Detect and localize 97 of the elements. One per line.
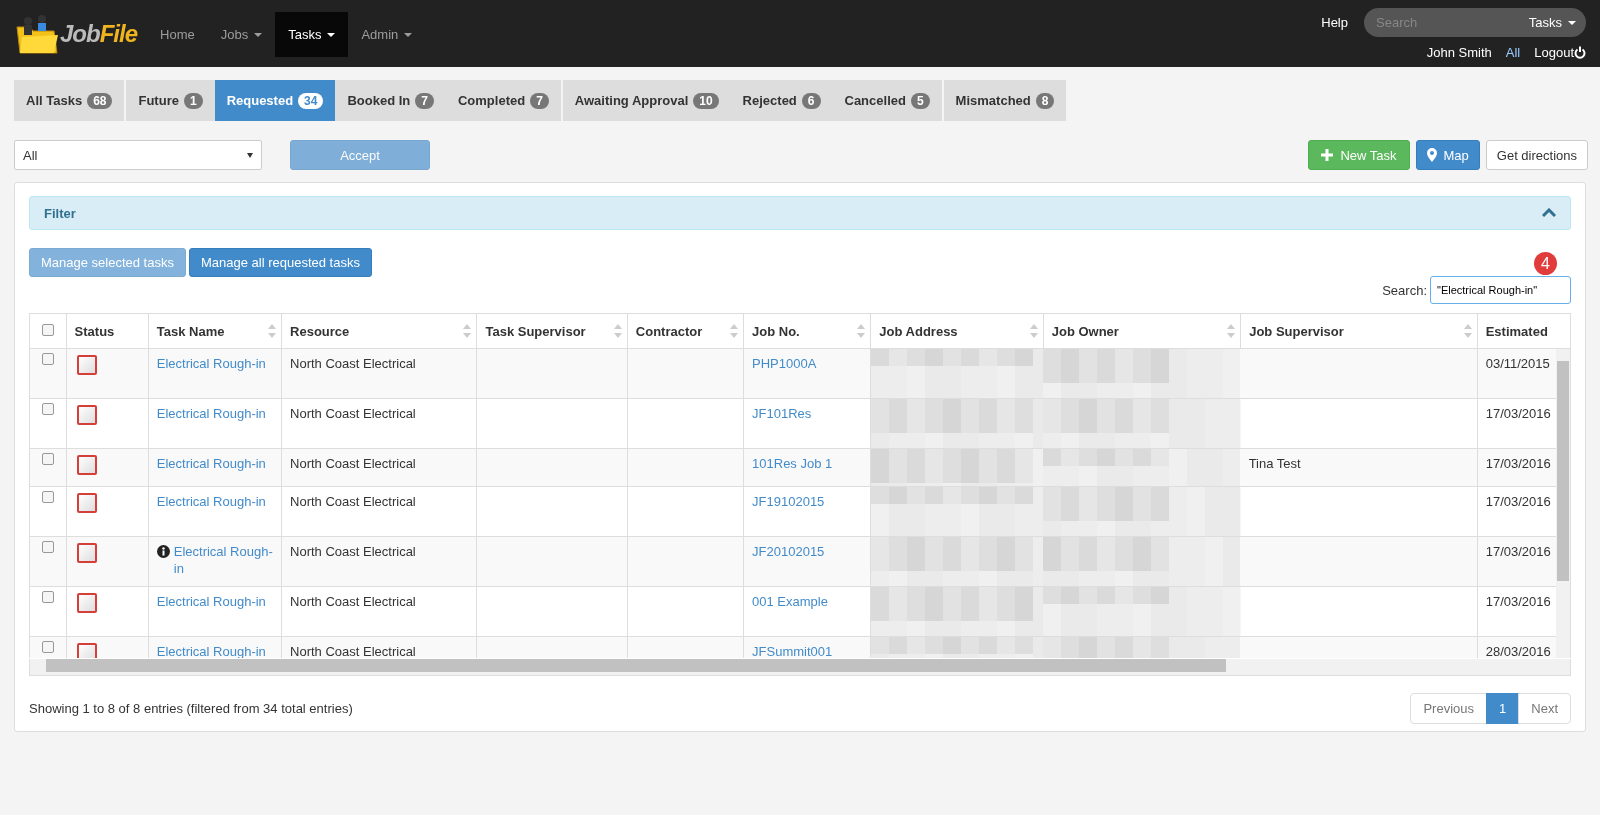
job-number-link[interactable]: JF19102015 xyxy=(752,494,825,509)
map-button[interactable]: Map xyxy=(1415,140,1480,170)
status-icon xyxy=(76,405,97,425)
resource-text: North Coast Electrical xyxy=(290,406,416,421)
row-checkbox[interactable] xyxy=(41,353,54,365)
entries-info: Showing 1 to 8 of 8 entries (filtered from 34 total entries) xyxy=(29,701,353,716)
status-tab[interactable]: All Tasks 68 xyxy=(14,80,125,121)
count-badge: 4 xyxy=(1534,252,1557,275)
status-tab[interactable]: Future 1 xyxy=(126,80,215,121)
status-tab[interactable]: Awaiting Approval 10 xyxy=(562,80,731,121)
job-number-link[interactable]: JF101Res xyxy=(752,406,812,421)
caret-icon[interactable] xyxy=(254,32,263,37)
resource-text: North Coast Electrical xyxy=(290,494,416,509)
status-tab[interactable]: Cancelled 5 xyxy=(832,80,942,121)
status-icon xyxy=(76,643,97,658)
logo-text[interactable]: JobFile xyxy=(60,19,137,48)
sort-icon[interactable] xyxy=(857,324,866,338)
status-tab[interactable]: Completed 7 xyxy=(446,80,561,121)
chevron-icon[interactable] xyxy=(1542,208,1556,218)
logout-link[interactable]: Logout xyxy=(1534,45,1574,60)
task-name-link[interactable]: Electrical Rough-in xyxy=(156,593,266,610)
sort-icon[interactable] xyxy=(613,324,622,338)
estimated-date: 28/03/2016 xyxy=(1485,644,1551,658)
job-supervisor-text: Tina Test xyxy=(1248,456,1301,471)
help-link[interactable]: Help xyxy=(1321,15,1348,30)
status-tab[interactable]: Rejected 6 xyxy=(730,80,833,121)
status-icon xyxy=(76,355,97,375)
column-header[interactable]: Job Owner xyxy=(1043,314,1241,349)
resource-text: North Coast Electrical xyxy=(290,544,416,559)
status-tab[interactable]: Requested 34 xyxy=(214,80,336,121)
get-directions-button[interactable]: Get directions xyxy=(1485,140,1588,170)
resource-text: North Coast Electrical xyxy=(290,644,416,658)
task-name-link[interactable]: Electrical Rough-in xyxy=(156,493,266,510)
sort-icon[interactable] xyxy=(268,324,277,338)
nav-menu-item[interactable]: Jobs xyxy=(207,12,276,57)
resource-text: North Coast Electrical xyxy=(290,456,416,471)
nav-menu-item[interactable]: Admin xyxy=(348,12,426,57)
resource-text: North Coast Electrical xyxy=(290,356,416,371)
filter-title: Filter xyxy=(44,205,76,221)
sort-icon[interactable] xyxy=(1463,324,1472,338)
column-header[interactable]: Job Supervisor xyxy=(1240,314,1478,349)
row-checkbox[interactable] xyxy=(41,591,54,603)
column-header[interactable]: Estimated xyxy=(1477,314,1570,349)
status-icon xyxy=(76,455,97,475)
estimated-date: 17/03/2016 xyxy=(1485,494,1551,509)
sort-icon[interactable] xyxy=(1227,324,1236,338)
estimated-date: 17/03/2016 xyxy=(1485,544,1551,559)
column-header[interactable]: Status xyxy=(66,314,149,349)
status-icon xyxy=(76,543,97,563)
table-search-field[interactable]: "Electrical Rough-in" xyxy=(1430,276,1571,304)
column-header[interactable]: Task Name xyxy=(148,314,282,349)
row-checkbox[interactable] xyxy=(41,403,54,415)
estimated-date: 17/03/2016 xyxy=(1485,594,1551,609)
sort-icon[interactable] xyxy=(730,324,739,338)
row-checkbox[interactable] xyxy=(41,453,54,465)
sort-icon[interactable] xyxy=(1029,324,1038,338)
filter-header[interactable]: Filter xyxy=(29,196,1571,230)
status-icon xyxy=(76,493,97,513)
search-scope-dropdown[interactable]: Tasks xyxy=(1528,15,1576,30)
folder-logo-icon[interactable] xyxy=(14,12,60,55)
column-header[interactable]: Job Address xyxy=(870,314,1044,349)
row-checkbox[interactable] xyxy=(41,491,54,503)
all-link[interactable]: All xyxy=(1505,45,1521,60)
nav-menu-item[interactable]: Tasks xyxy=(275,12,349,57)
sort-icon[interactable] xyxy=(463,324,472,338)
job-number-link[interactable]: PHP1000A xyxy=(752,356,817,371)
status-select[interactable]: All xyxy=(14,140,262,170)
power-icon[interactable] xyxy=(1574,46,1586,59)
page-number-button[interactable]: 1 xyxy=(1486,693,1520,724)
row-checkbox[interactable] xyxy=(41,641,54,653)
vertical-scrollbar[interactable] xyxy=(1556,349,1570,658)
column-header[interactable]: Resource xyxy=(281,314,477,349)
row-checkbox[interactable] xyxy=(41,541,54,553)
column-header[interactable]: Job No. xyxy=(743,314,871,349)
caret-icon[interactable] xyxy=(404,32,413,37)
task-name-link[interactable]: Electrical Rough-in xyxy=(156,405,266,422)
column-header[interactable]: Task Supervisor xyxy=(477,314,628,349)
job-number-link[interactable]: JF20102015 xyxy=(752,544,825,559)
job-number-link[interactable]: 001 Example xyxy=(752,594,828,609)
user-name-link[interactable]: John Smith xyxy=(1426,45,1492,60)
plus-icon xyxy=(1321,149,1334,161)
resource-text: North Coast Electrical xyxy=(290,594,416,609)
estimated-date: 17/03/2016 xyxy=(1485,406,1551,421)
horizontal-scrollbar[interactable] xyxy=(29,659,1571,676)
estimated-date: 03/11/2015 xyxy=(1485,356,1550,371)
select-all-checkbox[interactable] xyxy=(41,323,54,336)
manage-tasks-button[interactable]: Manage all requested tasks xyxy=(188,248,372,277)
search-label: Search: xyxy=(1382,282,1427,298)
info-icon[interactable] xyxy=(156,545,170,558)
status-tab[interactable]: Booked In 7 xyxy=(335,80,446,121)
nav-menu-item[interactable]: Home xyxy=(147,12,208,57)
estimated-date: 17/03/2016 xyxy=(1485,456,1551,471)
column-header[interactable]: Contractor xyxy=(627,314,744,349)
map-pin-icon xyxy=(1426,148,1437,162)
status-tab[interactable]: Mismatched 8 xyxy=(943,80,1067,121)
next-page-button[interactable]: Next xyxy=(1518,693,1571,724)
status-icon xyxy=(76,593,97,613)
